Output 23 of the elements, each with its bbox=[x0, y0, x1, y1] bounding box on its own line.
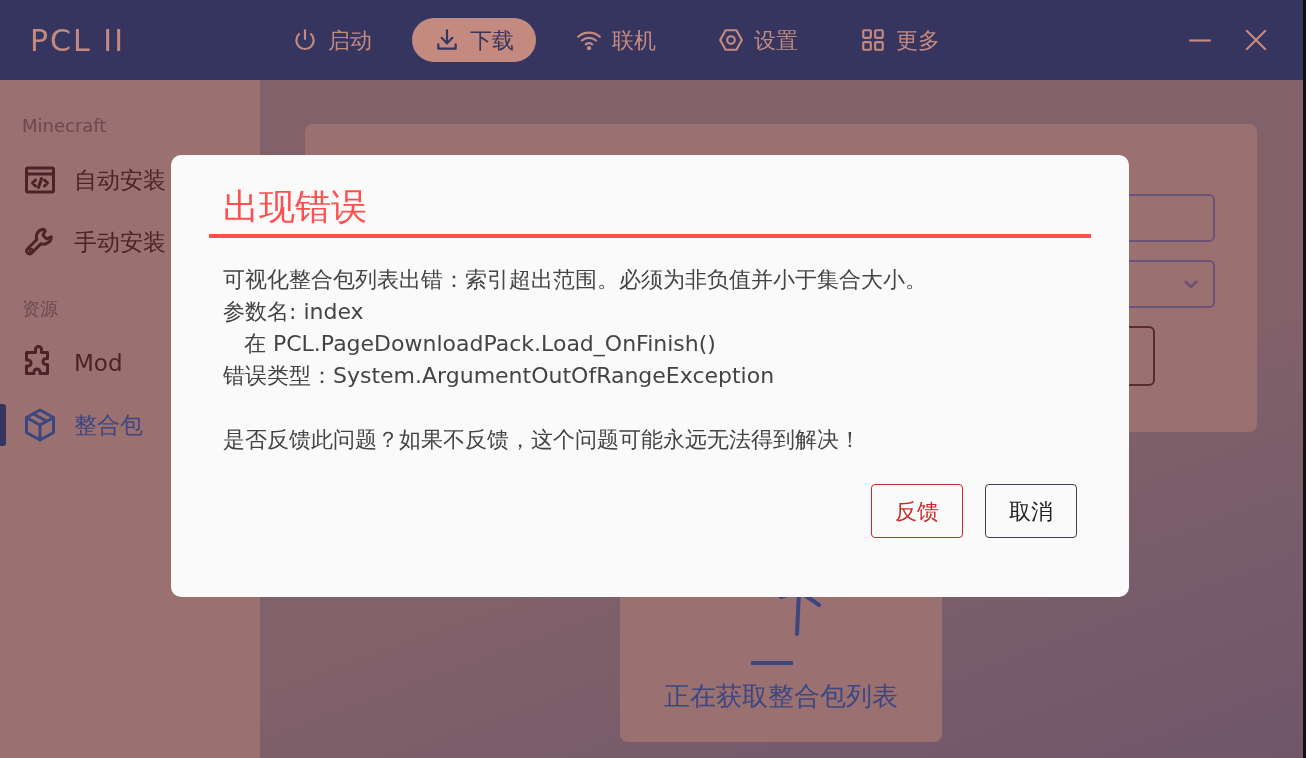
error-message-line: 在 PCL.PageDownloadPack.Load_OnFinish() bbox=[243, 330, 716, 359]
dialog-title: 出现错误 bbox=[223, 185, 367, 229]
nav-tab[interactable]: 下载 bbox=[412, 18, 536, 62]
nav-tab[interactable]: 设置 bbox=[696, 18, 820, 62]
close-icon bbox=[1243, 27, 1269, 53]
download-icon bbox=[434, 27, 460, 53]
feedback-question: 是否反馈此问题？如果不反馈，这个问题可能永远无法得到解决！ bbox=[223, 426, 861, 455]
error-message-line: 错误类型：System.ArgumentOutOfRangeException bbox=[223, 362, 775, 391]
box-icon bbox=[22, 407, 58, 443]
power-icon bbox=[292, 27, 318, 53]
grid-icon bbox=[860, 27, 886, 53]
nav-tab[interactable]: 更多 bbox=[838, 18, 962, 62]
minimize-icon bbox=[1187, 39, 1213, 42]
error-message-line: 可视化整合包列表出错：索引超出范围。必须为非负值并小于集合大小。 bbox=[223, 266, 927, 295]
cancel-button[interactable]: 取消 bbox=[985, 484, 1077, 539]
feedback-button[interactable]: 反馈 bbox=[871, 484, 963, 539]
app-title: PCL II bbox=[30, 21, 126, 60]
nav-tab[interactable]: 联机 bbox=[554, 18, 678, 62]
settings-icon bbox=[718, 27, 744, 53]
loading-text: 正在获取整合包列表 bbox=[664, 680, 898, 713]
nav-tab[interactable]: 启动 bbox=[270, 18, 394, 62]
error-message-line: 参数名: index bbox=[223, 298, 364, 327]
chevron-down-icon bbox=[1183, 278, 1199, 290]
